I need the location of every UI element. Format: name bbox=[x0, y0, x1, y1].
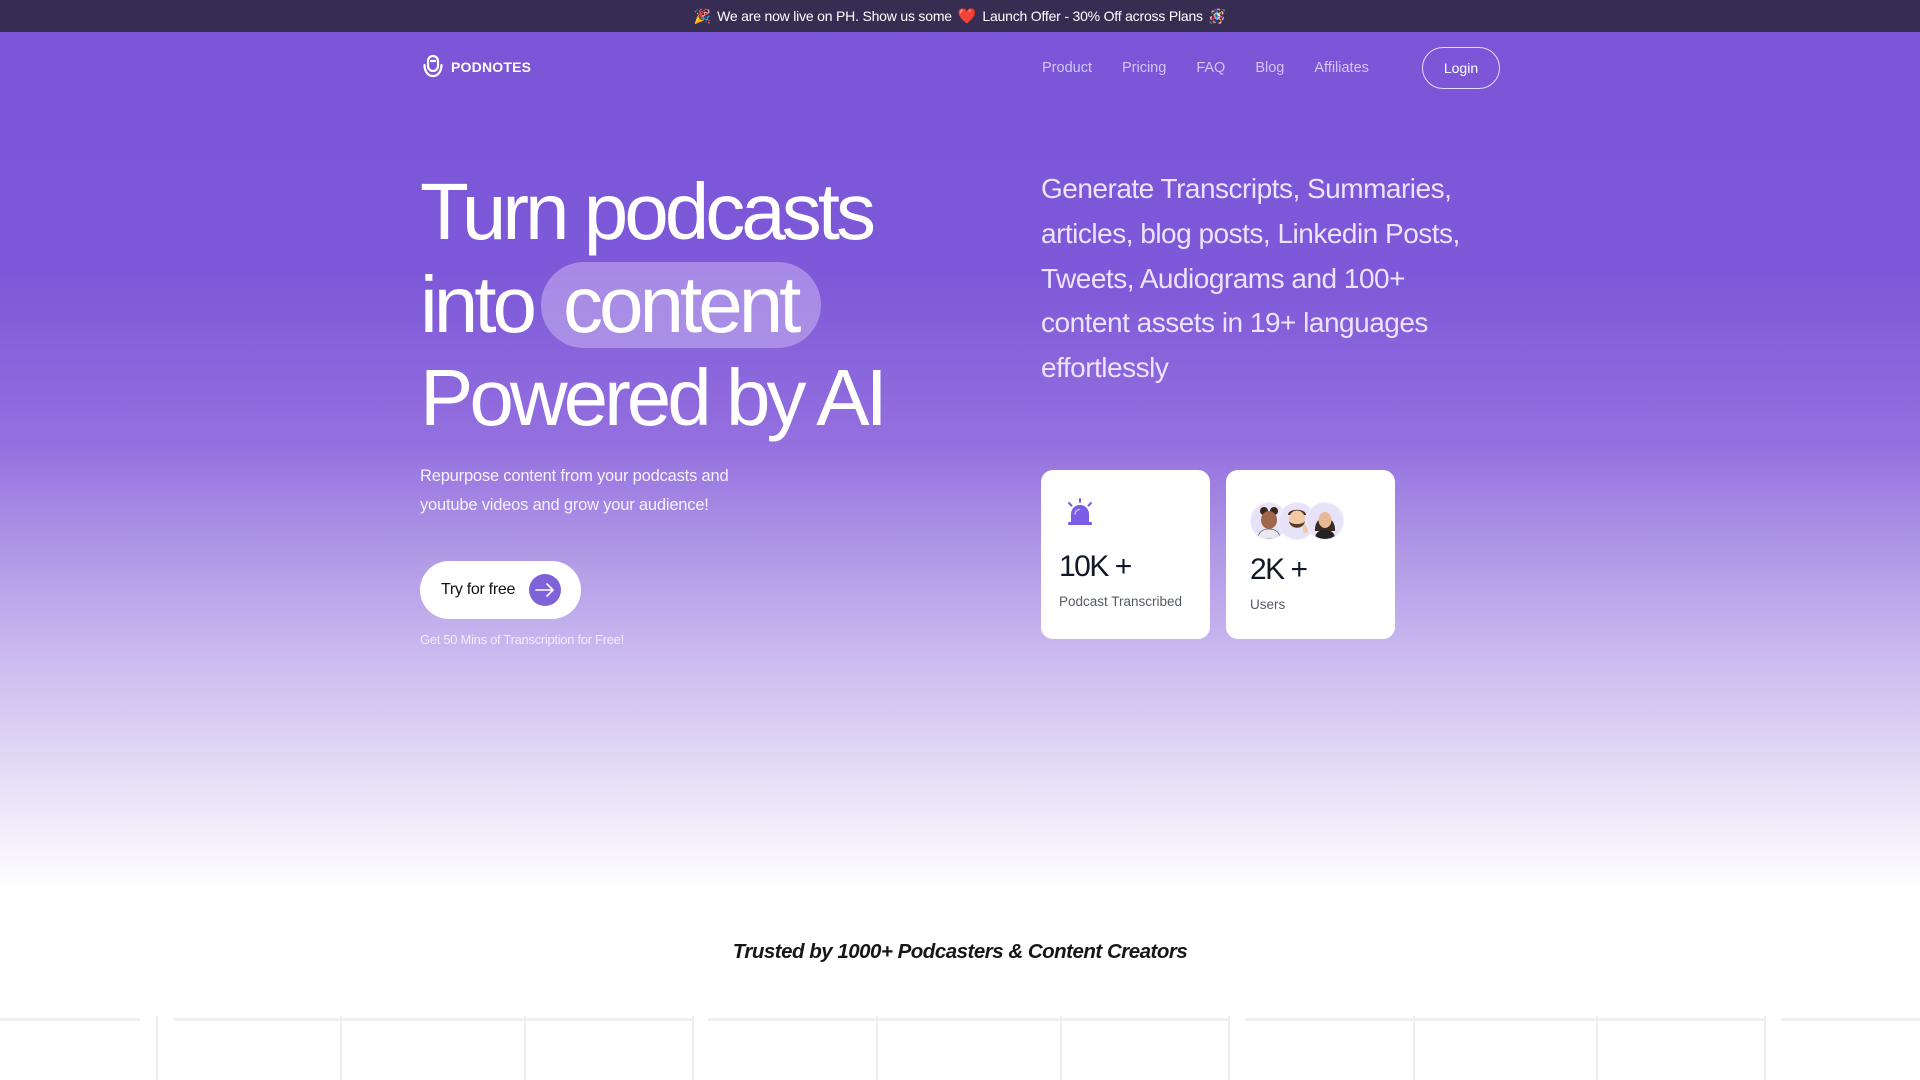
trusted-by-heading: Trusted by 1000+ Podcasters & Content Cr… bbox=[732, 940, 1188, 963]
grid-divider bbox=[1413, 1016, 1415, 1080]
brand-logo[interactable]: PODNOTES bbox=[421, 54, 531, 80]
avatar bbox=[1306, 502, 1344, 540]
nav-links: Product Pricing FAQ Blog Affiliates bbox=[1042, 60, 1399, 76]
top-nav: PODNOTES Product Pricing FAQ Blog Affili… bbox=[0, 32, 1920, 104]
cta-label: Try for free bbox=[441, 581, 516, 598]
grid-divider bbox=[708, 1018, 1228, 1021]
stat-card-users: 2K + Users bbox=[1226, 470, 1395, 639]
try-for-free-button[interactable]: Try for free bbox=[420, 561, 581, 619]
pinata-icon: 🪅 bbox=[1208, 7, 1227, 24]
stat-value: 10K + bbox=[1059, 550, 1132, 583]
hero-section bbox=[0, 32, 1920, 890]
headline-line-3: Powered by AI bbox=[420, 353, 888, 442]
grid-divider bbox=[1781, 1018, 1920, 1021]
grid-divider bbox=[174, 1018, 692, 1021]
grid-divider bbox=[0, 1018, 140, 1021]
announcement-text-after: Launch Offer - 30% Off across Plans bbox=[982, 8, 1203, 24]
headline-line-2: into content bbox=[420, 258, 884, 351]
headline-line-1: Turn podcasts bbox=[420, 167, 876, 256]
grid-divider bbox=[1764, 1016, 1766, 1080]
hero-subtitle: Repurpose content from your podcasts and… bbox=[420, 467, 729, 514]
avatar-woman-dark-hair-icon bbox=[1314, 512, 1336, 539]
grid-divider bbox=[876, 1016, 878, 1080]
grid-divider bbox=[1228, 1016, 1230, 1080]
cta-note: Get 50 Mins of Transcription for Free! bbox=[420, 632, 624, 647]
grid-divider bbox=[156, 1016, 158, 1080]
headline-highlight-pill: content bbox=[540, 262, 822, 348]
arrow-right-icon bbox=[529, 574, 561, 606]
grid-divider bbox=[1596, 1016, 1598, 1080]
nav-link-faq[interactable]: FAQ bbox=[1196, 60, 1225, 76]
grid-divider bbox=[1245, 1018, 1765, 1021]
heart-icon: ❤️ bbox=[957, 8, 977, 25]
announcement-bar[interactable]: 🎉 We are now live on PH. Show us some ❤️… bbox=[0, 0, 1920, 32]
stat-label: Podcast Transcribed bbox=[1059, 594, 1183, 609]
features-description: Generate Transcripts, Summaries, article… bbox=[1041, 173, 1460, 384]
user-avatars bbox=[1250, 502, 1344, 540]
microphone-icon bbox=[423, 54, 443, 78]
brand-name: PODNOTES bbox=[451, 59, 532, 75]
grid-divider bbox=[692, 1016, 694, 1080]
grid-divider bbox=[340, 1016, 342, 1080]
hero-headline: Turn podcasts into content Powered by AI bbox=[420, 165, 888, 444]
announcement-text-before: We are now live on PH. Show us some bbox=[717, 8, 952, 24]
grid-divider bbox=[524, 1016, 526, 1080]
grid-divider bbox=[1060, 1016, 1062, 1080]
nav-link-affiliates[interactable]: Affiliates bbox=[1314, 60, 1369, 76]
stat-value: 2K + bbox=[1250, 553, 1308, 586]
stat-label: Users bbox=[1250, 597, 1286, 612]
stat-card-podcasts: 10K + Podcast Transcribed bbox=[1041, 470, 1210, 639]
customer-logo-grid bbox=[0, 1016, 1920, 1080]
login-button[interactable]: Login bbox=[1422, 47, 1500, 89]
nav-link-blog[interactable]: Blog bbox=[1255, 60, 1284, 76]
siren-icon bbox=[1068, 498, 1092, 525]
nav-link-pricing[interactable]: Pricing bbox=[1122, 60, 1166, 76]
headline-into: into bbox=[420, 260, 537, 349]
party-popper-icon: 🎉 bbox=[693, 7, 712, 24]
nav-link-product[interactable]: Product bbox=[1042, 60, 1092, 76]
